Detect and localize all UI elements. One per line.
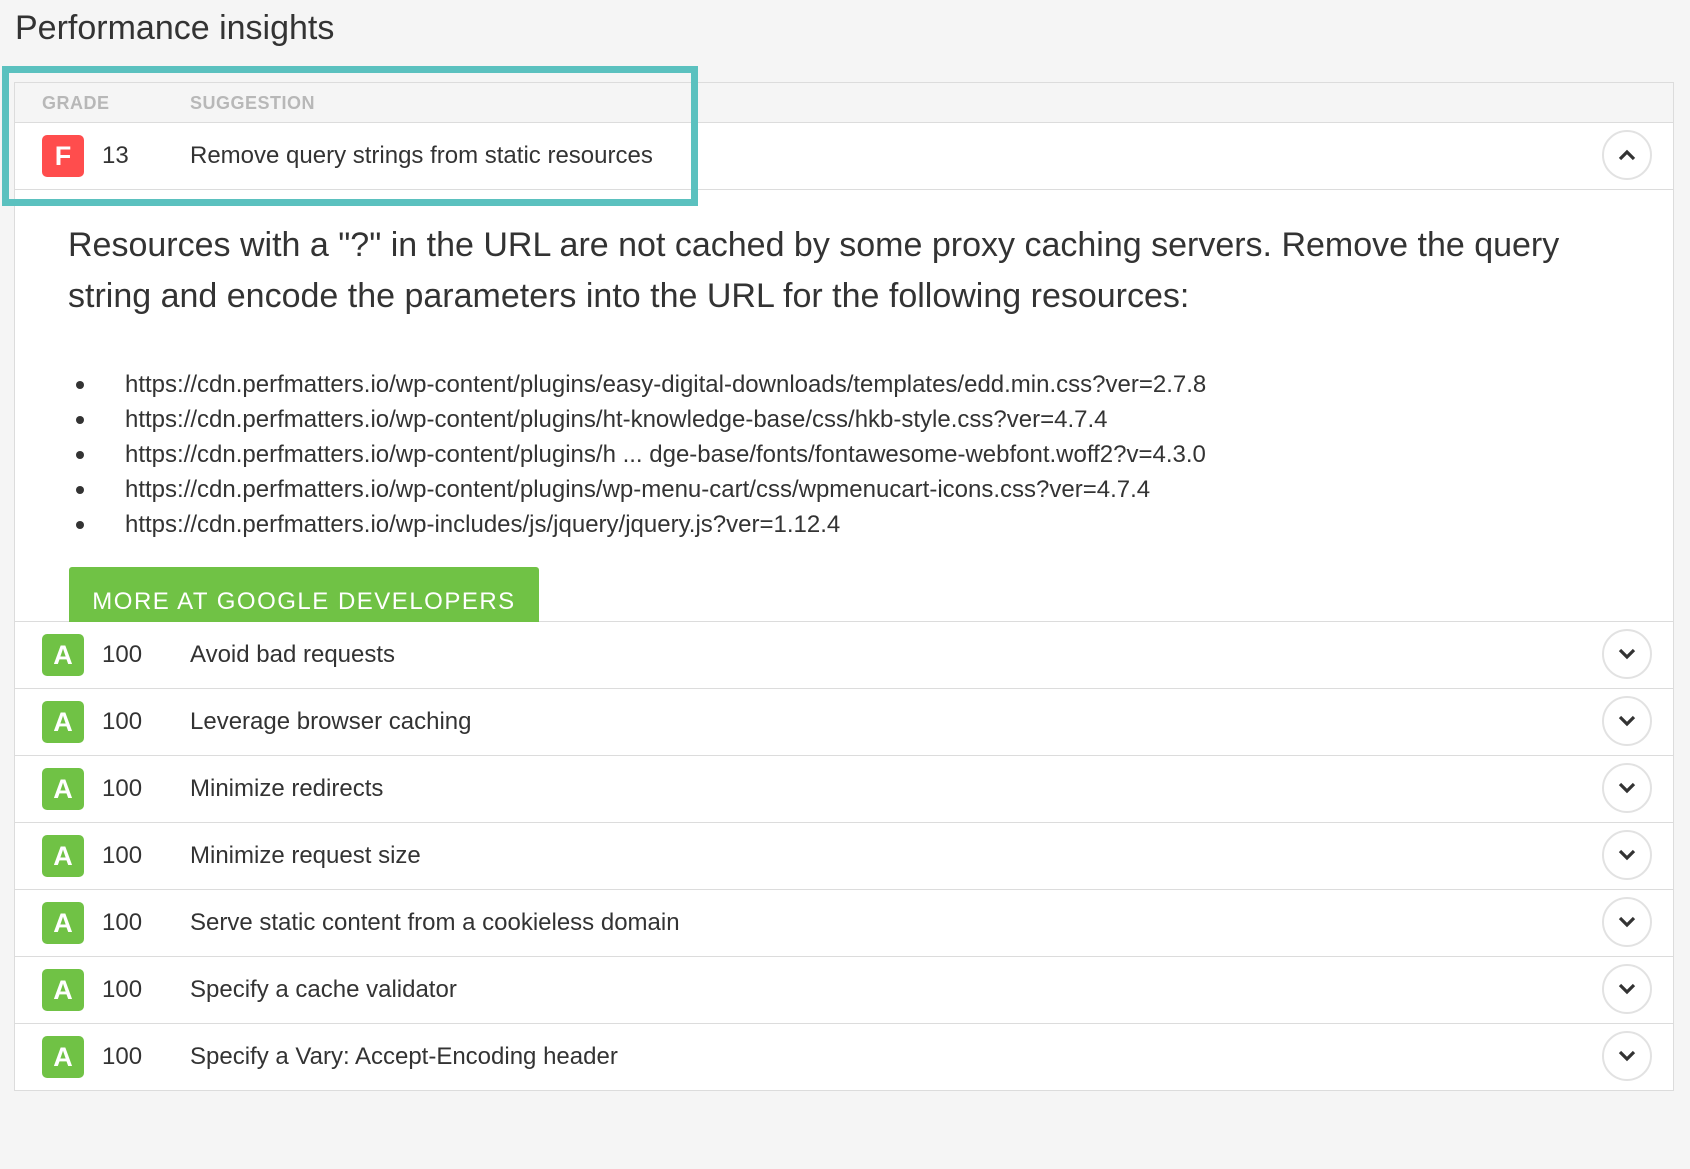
grade-score: 100 [102, 641, 143, 668]
resource-url: https://cdn.perfmatters.io/wp-content/pl… [125, 476, 1151, 503]
expand-button[interactable] [1602, 629, 1652, 679]
insights-table: GRADE SUGGESTION F 13 Remove query strin… [14, 82, 1674, 1091]
resource-item: https://cdn.perfmatters.io/wp-content/pl… [68, 367, 1206, 402]
table-header: GRADE SUGGESTION [15, 83, 1673, 123]
chevron-down-icon [1618, 715, 1636, 727]
chevron-down-icon [1618, 648, 1636, 660]
table-row[interactable]: A 100 Specify a cache validator [15, 957, 1673, 1024]
resource-item: https://cdn.perfmatters.io/wp-content/pl… [68, 402, 1206, 437]
column-header-grade: GRADE [42, 93, 110, 113]
suggestion-details: Resources with a "?" in the URL are not … [15, 190, 1673, 637]
grade-score: 100 [102, 976, 143, 1003]
grade-badge: A [42, 902, 84, 944]
resource-url: https://cdn.perfmatters.io/wp-content/pl… [125, 371, 1207, 398]
chevron-down-icon [1618, 782, 1636, 794]
bullet-icon [76, 416, 84, 424]
chevron-down-icon [1618, 1050, 1636, 1062]
page-title: Performance insights [15, 9, 335, 47]
expand-button[interactable] [1602, 763, 1652, 813]
resource-url: https://cdn.perfmatters.io/wp-includes/j… [125, 511, 841, 538]
expand-button[interactable] [1602, 897, 1652, 947]
resource-url: https://cdn.perfmatters.io/wp-content/pl… [125, 406, 1108, 433]
grade-badge: A [42, 835, 84, 877]
resource-list: https://cdn.perfmatters.io/wp-content/pl… [68, 367, 1206, 542]
bullet-icon [76, 521, 84, 529]
expand-button[interactable] [1602, 1031, 1652, 1081]
suggestion-label: Minimize redirects [190, 775, 384, 802]
table-row[interactable]: A 100 Minimize redirects [15, 756, 1673, 823]
grade-badge: A [42, 969, 84, 1011]
bullet-icon [76, 381, 84, 389]
resource-item: https://cdn.perfmatters.io/wp-includes/j… [68, 507, 1206, 542]
chevron-down-icon [1618, 983, 1636, 995]
grade-score: 100 [102, 842, 143, 869]
expand-button[interactable] [1602, 830, 1652, 880]
grade-badge: A [42, 768, 84, 810]
suggestion-label: Avoid bad requests [190, 641, 396, 668]
chevron-down-icon [1618, 916, 1636, 928]
resource-item: https://cdn.perfmatters.io/wp-content/pl… [68, 437, 1206, 472]
grade-score: 13 [102, 142, 129, 169]
suggestion-label: Specify a cache validator [190, 976, 457, 1003]
bullet-icon [76, 451, 84, 459]
expand-button[interactable] [1602, 964, 1652, 1014]
column-header-suggestion: SUGGESTION [190, 93, 316, 113]
grade-badge: A [42, 701, 84, 743]
suggestion-label: Remove query strings from static resourc… [190, 142, 653, 169]
table-row-expanded[interactable]: F 13 Remove query strings from static re… [15, 123, 1673, 190]
chevron-down-icon [1618, 849, 1636, 861]
suggestion-label: Serve static content from a cookieless d… [190, 909, 680, 936]
table-row[interactable]: A 100 Leverage browser caching [15, 689, 1673, 756]
resource-item: https://cdn.perfmatters.io/wp-content/pl… [68, 472, 1206, 507]
grade-badge: F [42, 135, 84, 177]
collapse-button[interactable] [1602, 130, 1652, 180]
grade-badge: A [42, 1036, 84, 1078]
bullet-icon [76, 486, 84, 494]
grade-score: 100 [102, 1043, 143, 1070]
table-row[interactable]: A 100 Specify a Vary: Accept-Encoding he… [15, 1024, 1673, 1090]
grade-badge: A [42, 634, 84, 676]
suggestion-description: Resources with a "?" in the URL are not … [68, 226, 1560, 315]
grade-score: 100 [102, 775, 143, 802]
grade-score: 100 [102, 909, 143, 936]
table-row[interactable]: A 100 Serve static content from a cookie… [15, 890, 1673, 957]
resource-url: https://cdn.perfmatters.io/wp-content/pl… [125, 441, 1206, 468]
table-row[interactable]: A 100 Minimize request size [15, 823, 1673, 890]
suggestion-label: Specify a Vary: Accept-Encoding header [190, 1043, 618, 1070]
expand-button[interactable] [1602, 696, 1652, 746]
suggestion-label: Minimize request size [190, 842, 421, 869]
grade-score: 100 [102, 708, 143, 735]
suggestion-label: Leverage browser caching [190, 708, 472, 735]
table-row[interactable]: A 100 Avoid bad requests [15, 622, 1673, 689]
chevron-up-icon [1618, 149, 1636, 161]
